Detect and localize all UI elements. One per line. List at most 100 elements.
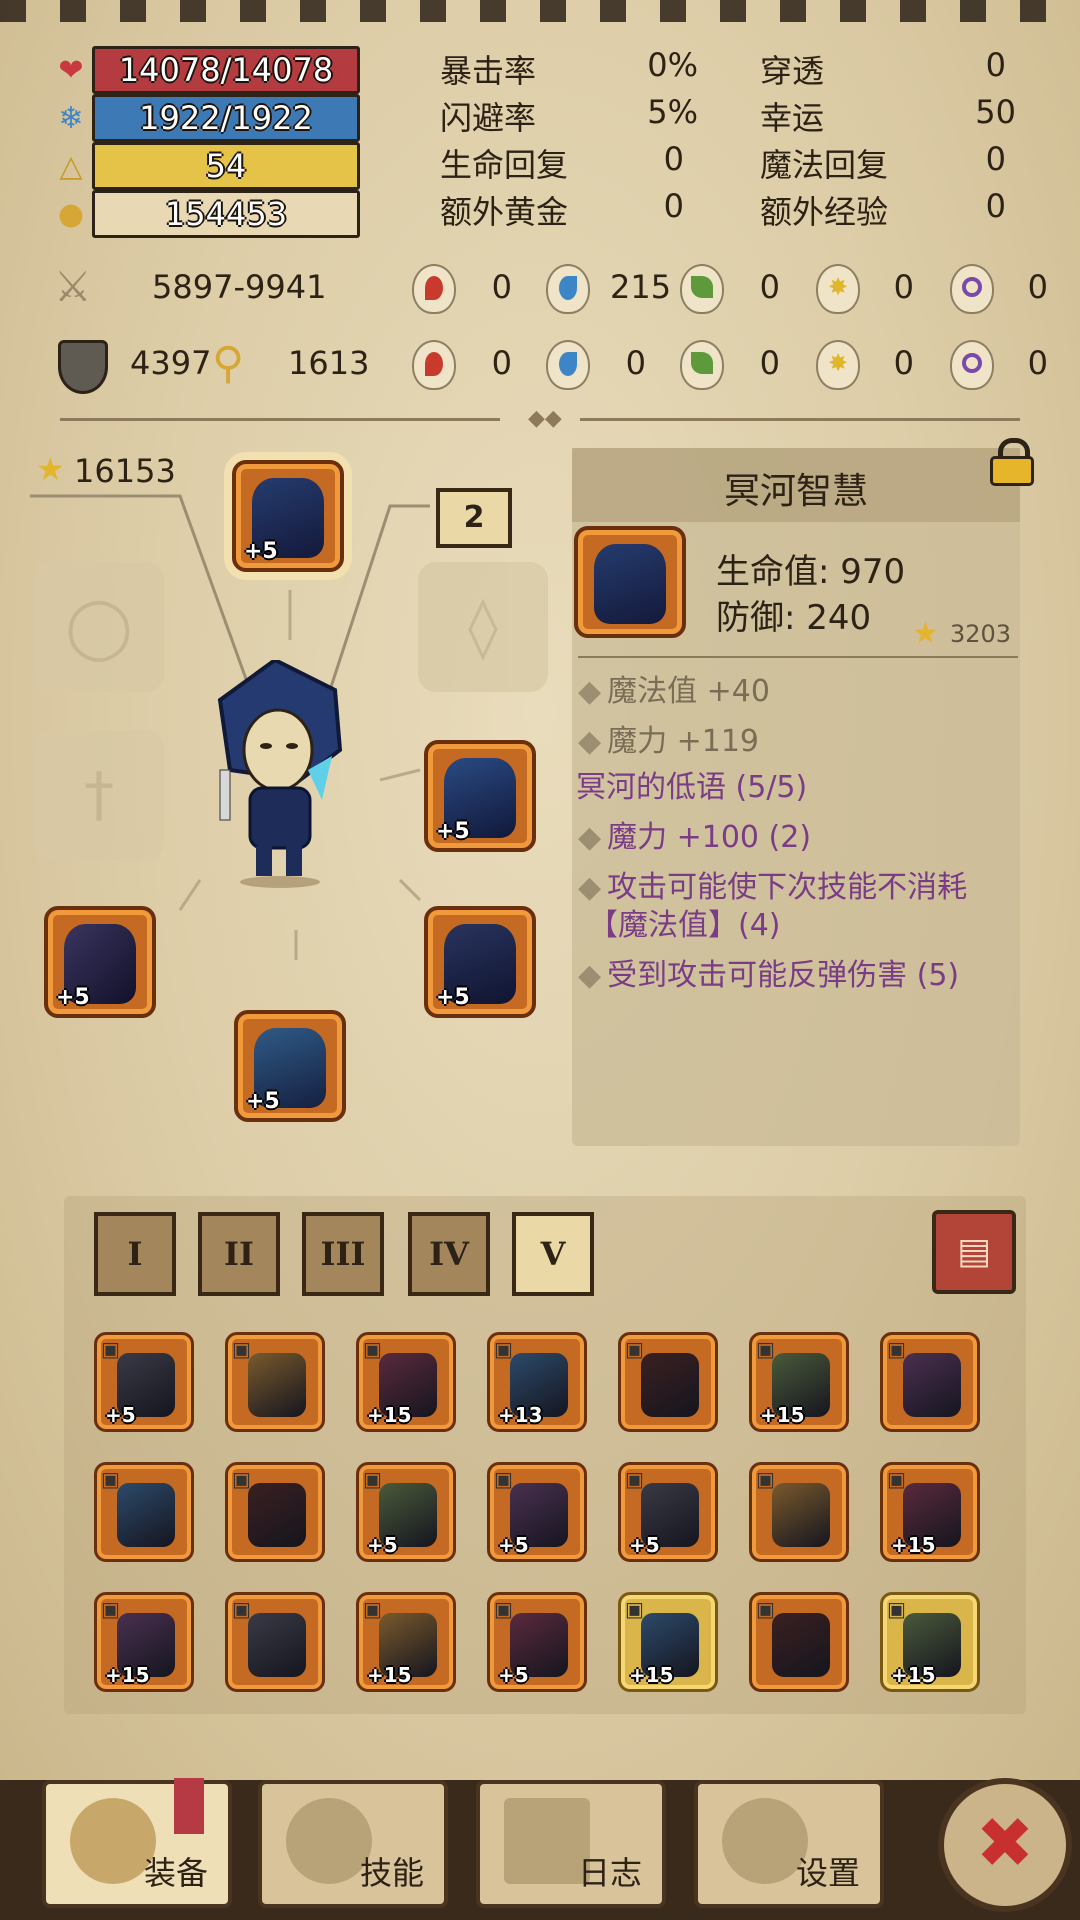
dark-defense-value: 0 bbox=[1027, 344, 1048, 382]
enhance-level: +15 bbox=[891, 1663, 936, 1687]
item-icon bbox=[903, 1353, 961, 1417]
stat-value: 5% bbox=[647, 93, 698, 131]
enhance-level: +5 bbox=[629, 1533, 660, 1557]
ring-slot-empty[interactable]: ◯ bbox=[34, 562, 164, 692]
inventory-item[interactable]: ▣ bbox=[749, 1462, 849, 1562]
inventory-item[interactable]: ▣ bbox=[225, 1332, 325, 1432]
enhance-level: +5 bbox=[436, 819, 470, 844]
enhance-level: +15 bbox=[760, 1403, 805, 1427]
inventory-item[interactable]: ▣ +5 bbox=[356, 1462, 456, 1562]
enhance-level: +15 bbox=[105, 1663, 150, 1687]
set-bonus-continued: 【魔法值】(4) bbox=[588, 908, 781, 943]
inventory-item[interactable]: ▣ +13 bbox=[487, 1332, 587, 1432]
inventory-item[interactable]: ▣ +5 bbox=[487, 1592, 587, 1692]
inventory-item[interactable]: ▣ bbox=[225, 1592, 325, 1692]
inventory-item[interactable]: ▣ +5 bbox=[487, 1462, 587, 1562]
stat-value: 0% bbox=[647, 46, 698, 84]
water-defense-value: 0 bbox=[625, 344, 646, 382]
item-icon bbox=[117, 1483, 175, 1547]
inventory-item[interactable]: ▣ bbox=[94, 1462, 194, 1562]
nav-settings[interactable]: 设置 bbox=[694, 1780, 884, 1908]
inventory-tab-5[interactable]: V bbox=[512, 1212, 594, 1296]
chest-slot[interactable]: +5 bbox=[424, 740, 536, 852]
nav-label: 日志 bbox=[577, 1854, 642, 1892]
item-attribute: ◆ 魔法值 +40 bbox=[578, 674, 770, 709]
inventory-item[interactable]: ▣ +15 bbox=[749, 1332, 849, 1432]
dark-attack-value: 0 bbox=[1027, 268, 1048, 306]
lock-icon: ▣ bbox=[494, 1467, 513, 1491]
inventory-item[interactable]: ▣ +15 bbox=[880, 1592, 980, 1692]
lock-icon: ▣ bbox=[887, 1597, 906, 1621]
hero-character bbox=[217, 660, 343, 888]
lock-icon: ▣ bbox=[494, 1337, 513, 1361]
legs-slot[interactable]: +5 bbox=[424, 906, 536, 1018]
stat-label: 额外经验 bbox=[760, 193, 889, 231]
inventory-tab-3[interactable]: III bbox=[302, 1212, 384, 1296]
gloves-slot[interactable]: +5 bbox=[234, 1010, 346, 1122]
section-divider bbox=[580, 418, 1020, 421]
enhance-level: +13 bbox=[498, 1403, 543, 1427]
item-attribute: ◆ 魔力 +119 bbox=[578, 724, 760, 759]
nav-log[interactable]: 日志 bbox=[476, 1780, 666, 1908]
enhance-level: +15 bbox=[367, 1403, 412, 1427]
enhance-level: +5 bbox=[56, 985, 90, 1010]
inventory-item[interactable]: ▣ +5 bbox=[618, 1462, 718, 1562]
item-hp: 生命值: 970 bbox=[716, 552, 906, 592]
item-score: 3203 bbox=[950, 620, 1012, 648]
inventory-tab-2[interactable]: II bbox=[198, 1212, 280, 1296]
light-defense-icon: ✸ bbox=[816, 340, 860, 390]
enhance-level: +15 bbox=[367, 1663, 412, 1687]
inventory-item[interactable]: ▣ +5 bbox=[94, 1332, 194, 1432]
lock-icon: ▣ bbox=[232, 1597, 251, 1621]
offhand-slot-empty[interactable]: † bbox=[34, 730, 164, 860]
lock-icon: ▣ bbox=[363, 1597, 382, 1621]
bookmark-ribbon bbox=[174, 1778, 204, 1834]
inventory-item[interactable]: ▣ +15 bbox=[94, 1592, 194, 1692]
helmet-slot[interactable]: +5 bbox=[232, 460, 344, 572]
inventory-item[interactable]: ▣ +15 bbox=[880, 1462, 980, 1562]
weapon-slot[interactable]: +5 bbox=[44, 906, 156, 1018]
inventory-item[interactable]: ▣ bbox=[880, 1332, 980, 1432]
necklace-icon: ◊ bbox=[468, 592, 498, 662]
nav-label: 技能 bbox=[359, 1854, 424, 1892]
lock-icon[interactable] bbox=[990, 438, 1034, 486]
inventory-item[interactable]: ▣ +15 bbox=[356, 1332, 456, 1432]
inventory-item[interactable]: ▣ +15 bbox=[618, 1592, 718, 1692]
lock-icon: ▣ bbox=[756, 1597, 775, 1621]
stat-label: 魔法回复 bbox=[760, 146, 889, 184]
enhance-level: +5 bbox=[246, 1089, 280, 1114]
helmet-icon bbox=[594, 544, 666, 624]
dagger-icon: † bbox=[84, 760, 114, 830]
detail-divider bbox=[578, 656, 1018, 658]
enhance-level: +15 bbox=[629, 1663, 674, 1687]
inventory-item[interactable]: ▣ +15 bbox=[356, 1592, 456, 1692]
stat-value: 0 bbox=[663, 187, 684, 225]
nav-skills[interactable]: 技能 bbox=[258, 1780, 448, 1908]
lock-icon: ▣ bbox=[363, 1467, 382, 1491]
lock-icon: ▣ bbox=[232, 1337, 251, 1361]
item-name: 冥河智慧 bbox=[723, 471, 868, 512]
item-icon bbox=[248, 1353, 306, 1417]
nav-label: 装备 bbox=[143, 1854, 208, 1892]
close-button[interactable]: ✖ bbox=[938, 1778, 1072, 1912]
necklace-slot-empty[interactable]: ◊ bbox=[418, 562, 548, 692]
lock-icon: ▣ bbox=[101, 1337, 120, 1361]
enhance-level: +5 bbox=[498, 1663, 529, 1687]
inventory-tab-4[interactable]: IV bbox=[408, 1212, 490, 1296]
inventory-item[interactable]: ▣ bbox=[618, 1332, 718, 1432]
nav-equipment[interactable]: 装备 bbox=[42, 1778, 232, 1908]
inventory-item[interactable]: ▣ bbox=[225, 1462, 325, 1562]
enhance-level: +5 bbox=[105, 1403, 136, 1427]
lock-icon: ▣ bbox=[625, 1597, 644, 1621]
nature-defense-value: 0 bbox=[759, 344, 780, 382]
item-icon bbox=[248, 1483, 306, 1547]
inventory-item[interactable]: ▣ bbox=[749, 1592, 849, 1692]
lock-icon: ▣ bbox=[756, 1337, 775, 1361]
lock-icon: ▣ bbox=[625, 1467, 644, 1491]
light-attack-value: 0 bbox=[893, 268, 914, 306]
enhance-level: +5 bbox=[498, 1533, 529, 1557]
light-defense-value: 0 bbox=[893, 344, 914, 382]
trash-button[interactable]: ▤ bbox=[932, 1210, 1016, 1294]
stat-label: 幸运 bbox=[760, 99, 825, 137]
inventory-tab-1[interactable]: I bbox=[94, 1212, 176, 1296]
